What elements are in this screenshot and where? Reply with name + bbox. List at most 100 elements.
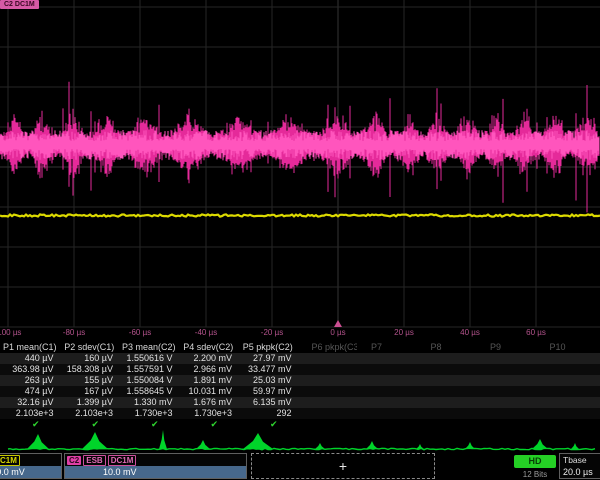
measure-value-cell: 440 µV bbox=[0, 353, 60, 364]
histogram-trace bbox=[0, 430, 600, 452]
c2-channel-badge: C2 bbox=[67, 456, 81, 465]
plus-icon: + bbox=[339, 458, 347, 474]
trigger-position-marker[interactable] bbox=[334, 320, 342, 327]
measure-value-cell: 1.550616 V bbox=[119, 353, 179, 364]
measure-value-cell bbox=[298, 353, 358, 364]
c2-trace[interactable] bbox=[0, 82, 599, 213]
measure-status-check: ✔ bbox=[119, 419, 179, 430]
channel-c1-descriptor[interactable]: C1 DC1M 50.0 mV bbox=[0, 453, 62, 479]
hd-bits-label: 12 Bits bbox=[514, 470, 556, 479]
measure-value-cell bbox=[357, 408, 417, 419]
measure-value-cell: 6.135 mV bbox=[238, 397, 298, 408]
measure-value-cell bbox=[357, 364, 417, 375]
measure-status-check bbox=[298, 419, 358, 430]
measure-value-cell: 2.966 mV bbox=[179, 364, 239, 375]
measure-value-cell bbox=[595, 397, 600, 408]
measure-value-cell bbox=[417, 397, 477, 408]
timebase-label: Tbase bbox=[563, 455, 587, 465]
measure-param-header-p6[interactable]: P6 pkpk(C3) bbox=[298, 342, 358, 353]
measure-value-cell: 1.558645 V bbox=[119, 386, 179, 397]
timebase-tick-label: -80 µs bbox=[63, 328, 85, 337]
measure-param-header-p1[interactable]: P1 mean(C1) bbox=[0, 342, 60, 353]
timebase-value: 20.0 µs bbox=[563, 467, 593, 477]
measure-status-check bbox=[536, 419, 596, 430]
measure-value-cell: 1.891 mV bbox=[179, 375, 239, 386]
oscilloscope-screen: C2 DC1M -100 µs-80 µs-60 µs-40 µs-20 µs0… bbox=[0, 0, 600, 480]
measure-status-check: ✔ bbox=[238, 419, 298, 430]
measure-value-cell: 2.103e+3 bbox=[60, 408, 120, 419]
measure-value-cell bbox=[417, 408, 477, 419]
measure-param-header-p4[interactable]: P4 sdev(C2) bbox=[179, 342, 239, 353]
measure-value-cell: 158.308 µV bbox=[60, 364, 120, 375]
timebase-tick-label: -100 µs bbox=[0, 328, 21, 337]
measure-value-cell: 1.730e+3 bbox=[179, 408, 239, 419]
measure-param-header-p5[interactable]: P5 pkpk(C2) bbox=[238, 342, 298, 353]
measure-value-cell: 263 µV bbox=[0, 375, 60, 386]
measure-status-check: ✔ bbox=[179, 419, 239, 430]
measure-value-cell bbox=[357, 397, 417, 408]
add-trace-button[interactable]: + bbox=[251, 453, 435, 479]
measure-status-check: ✔ bbox=[60, 419, 120, 430]
measure-value-cell bbox=[357, 375, 417, 386]
measure-value-cell bbox=[536, 408, 596, 419]
timebase-tick-label: 40 µs bbox=[460, 328, 480, 337]
measure-value-cell: 1.330 mV bbox=[119, 397, 179, 408]
measure-value-cell bbox=[595, 375, 600, 386]
measure-value-cell bbox=[357, 386, 417, 397]
measure-status-check bbox=[357, 419, 417, 430]
measure-value-cell bbox=[476, 408, 536, 419]
measure-value-cell: 155 µV bbox=[60, 375, 120, 386]
measure-param-header-p11[interactable]: P bbox=[595, 342, 600, 353]
measure-value-cell bbox=[417, 353, 477, 364]
measure-param-header-p2[interactable]: P2 sdev(C1) bbox=[60, 342, 120, 353]
measure-value-cell bbox=[476, 386, 536, 397]
measure-value-cell bbox=[476, 364, 536, 375]
measure-value-cell bbox=[298, 386, 358, 397]
c1-coupling-badge: DC1M bbox=[0, 455, 20, 466]
measure-value-cell bbox=[298, 408, 358, 419]
timebase-tick-label: -40 µs bbox=[195, 328, 217, 337]
measure-param-header-p9[interactable]: P9 bbox=[476, 342, 536, 353]
measure-value-cell: 167 µV bbox=[60, 386, 120, 397]
measure-value-cell bbox=[417, 375, 477, 386]
measure-value-cell: 25.03 mV bbox=[238, 375, 298, 386]
measure-value-cell: 1.399 µV bbox=[60, 397, 120, 408]
measure-status-check: ✔ bbox=[0, 419, 60, 430]
measure-value-cell bbox=[417, 364, 477, 375]
measure-value-cell: 2.200 mV bbox=[179, 353, 239, 364]
measure-value-cell bbox=[476, 397, 536, 408]
c2-mode-badge: ESB bbox=[83, 455, 105, 466]
measure-value-cell bbox=[476, 375, 536, 386]
measure-value-cell bbox=[536, 364, 596, 375]
measure-value-cell: 1.557591 V bbox=[119, 364, 179, 375]
measure-value-cell bbox=[357, 353, 417, 364]
timebase-descriptor[interactable]: Tbase 20.0 µs bbox=[559, 453, 600, 479]
measure-value-cell: 10.031 mV bbox=[179, 386, 239, 397]
channel-c2-descriptor[interactable]: C2 ESB DC1M 10.0 mV bbox=[64, 453, 247, 479]
measure-value-cell bbox=[298, 364, 358, 375]
measure-value-cell: 1.676 mV bbox=[179, 397, 239, 408]
measure-value-cell bbox=[595, 353, 600, 364]
measure-status-check bbox=[417, 419, 477, 430]
measure-value-cell: 1.730e+3 bbox=[119, 408, 179, 419]
measure-value-cell bbox=[595, 364, 600, 375]
measure-value-cell bbox=[536, 397, 596, 408]
timebase-tick-label: -60 µs bbox=[129, 328, 151, 337]
measure-param-header-p10[interactable]: P10 bbox=[536, 342, 596, 353]
timebase-tick-label: 60 µs bbox=[526, 328, 546, 337]
measure-param-header-p7[interactable]: P7 bbox=[357, 342, 417, 353]
hd-mode-badge[interactable]: HD bbox=[514, 455, 556, 468]
measure-value-cell: 2.103e+3 bbox=[0, 408, 60, 419]
measure-value-cell: 160 µV bbox=[60, 353, 120, 364]
measure-param-header-p3[interactable]: P3 mean(C2) bbox=[119, 342, 179, 353]
measure-value-cell bbox=[536, 353, 596, 364]
c1-trace[interactable] bbox=[0, 214, 600, 216]
c2-coupling-badge: DC1M bbox=[108, 455, 137, 466]
timebase-tick-label: 20 µs bbox=[394, 328, 414, 337]
measure-value-cell: 474 µV bbox=[0, 386, 60, 397]
waveform-grid-area bbox=[0, 0, 600, 330]
timebase-axis: -100 µs-80 µs-60 µs-40 µs-20 µs0 µs20 µs… bbox=[0, 327, 600, 340]
measure-value-cell bbox=[536, 375, 596, 386]
measure-param-header-p8[interactable]: P8 bbox=[417, 342, 477, 353]
measure-status-check bbox=[476, 419, 536, 430]
